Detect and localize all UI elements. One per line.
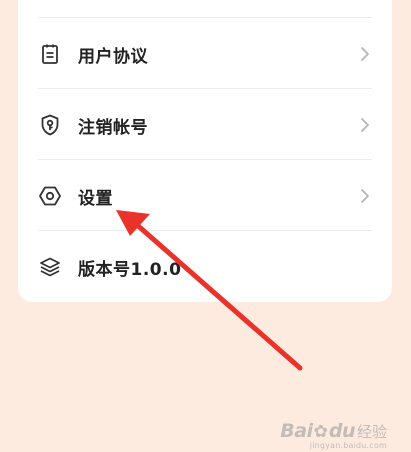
menu-item-label: 用户协议 bbox=[78, 46, 148, 67]
watermark-brand-suffix: du bbox=[328, 420, 356, 442]
divider bbox=[38, 230, 372, 231]
chevron-right-icon bbox=[358, 186, 372, 206]
chevron-right-icon bbox=[358, 115, 372, 135]
paw-icon: ✿ bbox=[313, 422, 328, 442]
menu-item-label: 设置 bbox=[78, 188, 113, 209]
hexagon-settings-icon bbox=[38, 184, 62, 208]
menu-item-label: 版本号1.0.0 bbox=[78, 259, 182, 280]
menu-item-delete-account[interactable]: 注销帐号 bbox=[38, 90, 372, 160]
document-icon bbox=[38, 42, 62, 66]
menu-item-label: 注销帐号 bbox=[78, 117, 148, 138]
divider bbox=[38, 159, 372, 160]
chevron-right-icon bbox=[358, 44, 372, 64]
watermark-brand: Bai bbox=[280, 420, 313, 442]
menu-item-version: 版本号1.0.0 bbox=[38, 232, 372, 302]
layers-icon bbox=[38, 255, 62, 279]
shield-key-icon bbox=[38, 113, 62, 137]
divider bbox=[38, 88, 372, 89]
baidu-watermark: Bai ✿ du 经验 jingyan.baidu.com bbox=[280, 420, 387, 450]
menu-item-user-agreement[interactable]: 用户协议 bbox=[38, 19, 372, 89]
watermark-cn: 经验 bbox=[356, 423, 387, 441]
divider bbox=[38, 17, 372, 18]
settings-card: 用户协议 注销帐号 设置 版本号1.0.0 bbox=[18, 0, 392, 302]
watermark-url: jingyan.baidu.com bbox=[309, 441, 387, 450]
menu-item-settings[interactable]: 设置 bbox=[38, 161, 372, 231]
